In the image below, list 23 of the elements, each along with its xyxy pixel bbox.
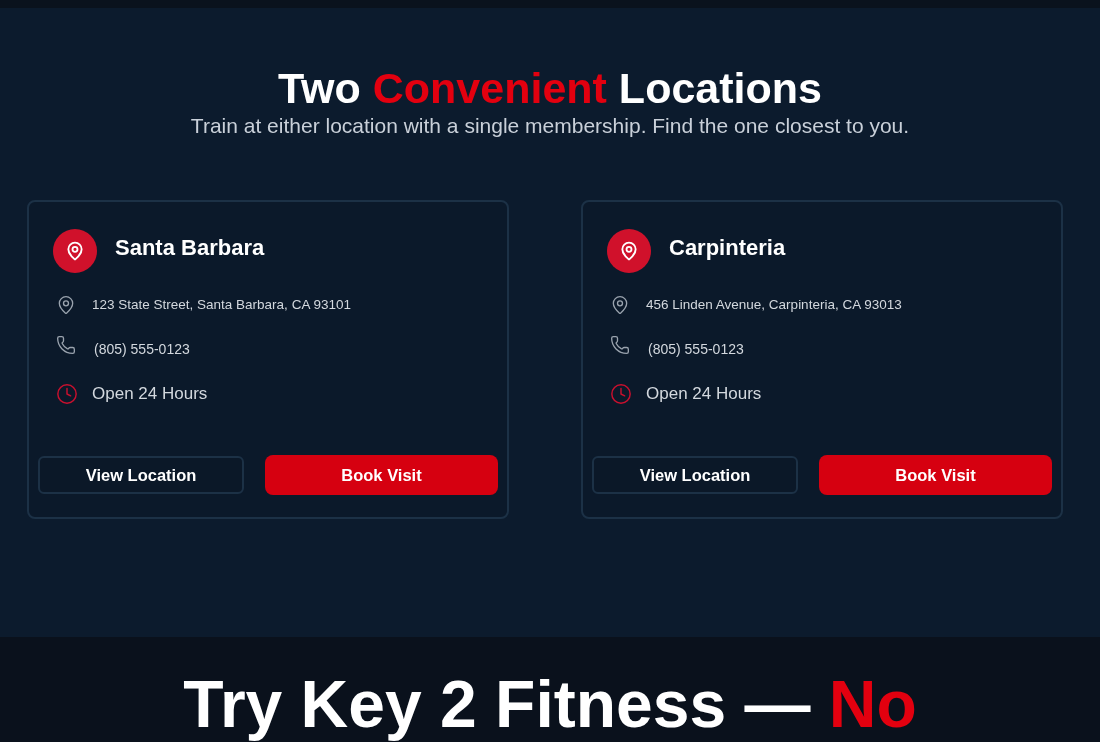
map-pin-icon [56, 295, 76, 315]
phone-text: (805) 555-0123 [648, 339, 744, 359]
location-name: Carpinteria [669, 233, 786, 262]
hours-text: Open 24 Hours [92, 383, 208, 406]
map-pin-icon [53, 229, 97, 273]
clock-icon [56, 383, 78, 405]
clock-icon [610, 383, 632, 405]
location-name: Santa Barbara [115, 233, 265, 262]
phone-icon [610, 335, 630, 355]
view-location-button[interactable]: View Location [592, 456, 798, 494]
phone-icon [56, 335, 76, 355]
cta-title: Try Key 2 Fitness — No [183, 667, 917, 742]
view-location-button[interactable]: View Location [38, 456, 244, 494]
book-visit-button[interactable]: Book Visit [265, 455, 498, 495]
address-text: 456 Linden Avenue, Carpinteria, CA 93013 [646, 295, 902, 314]
section-title: Two Convenient Locations [278, 63, 822, 113]
hours-text: Open 24 Hours [646, 383, 762, 406]
phone-text: (805) 555-0123 [94, 339, 190, 359]
map-pin-icon [607, 229, 651, 273]
map-pin-icon [610, 295, 630, 315]
book-visit-button[interactable]: Book Visit [819, 455, 1052, 495]
section-subtitle: Train at either location with a single membership. Find the one closest to you. [190, 113, 910, 139]
address-text: 123 State Street, Santa Barbara, CA 93101 [92, 295, 351, 314]
